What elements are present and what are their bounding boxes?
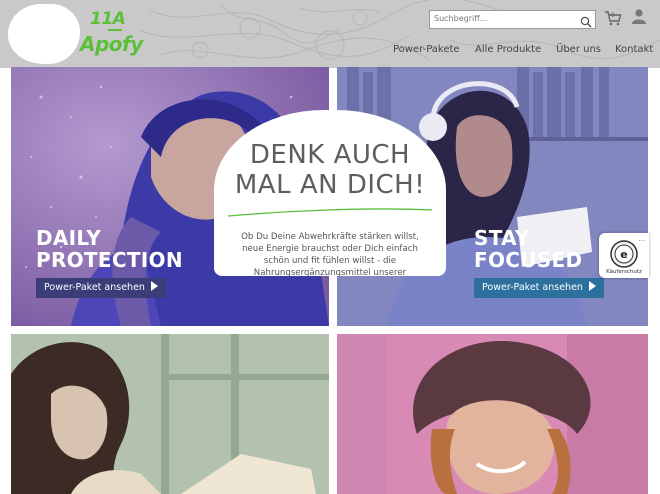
bubble-text-line2: neue Energie brauchst oder Dich einfach [242,244,418,254]
nav-ueber-uns[interactable]: Über uns [556,44,601,55]
bubble-text-line3: schön und fit fühlen willst - die [263,256,397,266]
intro-bubble: DENK AUCH MAL AN DICH! Ob Du Deine Abweh… [214,110,446,276]
tile-hat-woman[interactable] [337,334,648,494]
logo-line1: 11A [90,9,126,29]
play-arrow-icon [150,281,158,291]
bubble-text: Ob Du Deine Abwehrkräfte stärken willst,… [230,231,430,276]
nav-power-pakete[interactable]: Power-Pakete [393,44,460,55]
logo-dash [108,29,122,31]
tile-title-line2: FOCUSED [474,248,583,272]
bubble-text-line4: Nahrungsergänzungsmittel unserer [253,268,407,276]
tile-title-line2: PROTECTION [36,248,183,272]
search-input[interactable] [434,14,574,23]
button-label: Power-Paket ansehen [44,282,145,293]
tile-photo-hat-woman [337,334,648,494]
tile-photo-reading-woman [11,334,329,494]
user-icon[interactable] [631,8,647,28]
power-paket-button[interactable]: Power-Paket ansehen [36,278,166,298]
logo[interactable]: 11A Apofy [78,8,143,60]
play-arrow-icon [588,281,596,291]
tile-title: STAY FOCUSED [474,227,582,271]
bubble-title-line2: MAL AN DICH! [234,170,426,200]
badge-label: Käuferschutz [606,269,642,275]
badge-menu-icon[interactable]: ... [638,235,645,243]
cart-count: 0 [611,12,615,19]
nav-alle-produkte[interactable]: Alle Produkte [475,44,541,55]
green-underline [227,208,433,217]
trusted-shops-badge[interactable]: ... e Käuferschutz [599,233,649,278]
tile-title-line1: DAILY [36,226,102,250]
svg-text:e: e [620,248,627,261]
button-label: Power-Paket ansehen [482,282,583,293]
power-paket-button[interactable]: Power-Paket ansehen [474,278,604,298]
logo-background [8,4,80,64]
site-header: 11A Apofy 0 Power-Pakete Alle Produkte Ü… [0,0,660,68]
search-icon[interactable] [580,13,592,32]
tile-title: DAILY PROTECTION [36,227,183,271]
tile-title-line1: STAY [474,226,530,250]
search-box [429,10,596,29]
bubble-text-line1: Ob Du Deine Abwehrkräfte stärken willst, [241,232,419,242]
logo-line2: Apofy [80,32,143,56]
bubble-title-line1: DENK AUCH [249,140,411,170]
tile-reading-woman[interactable] [11,334,329,494]
nav-kontakt[interactable]: Kontakt [615,44,653,55]
bubble-title: DENK AUCH MAL AN DICH! [214,140,446,200]
trust-seal-icon: e [610,240,638,272]
